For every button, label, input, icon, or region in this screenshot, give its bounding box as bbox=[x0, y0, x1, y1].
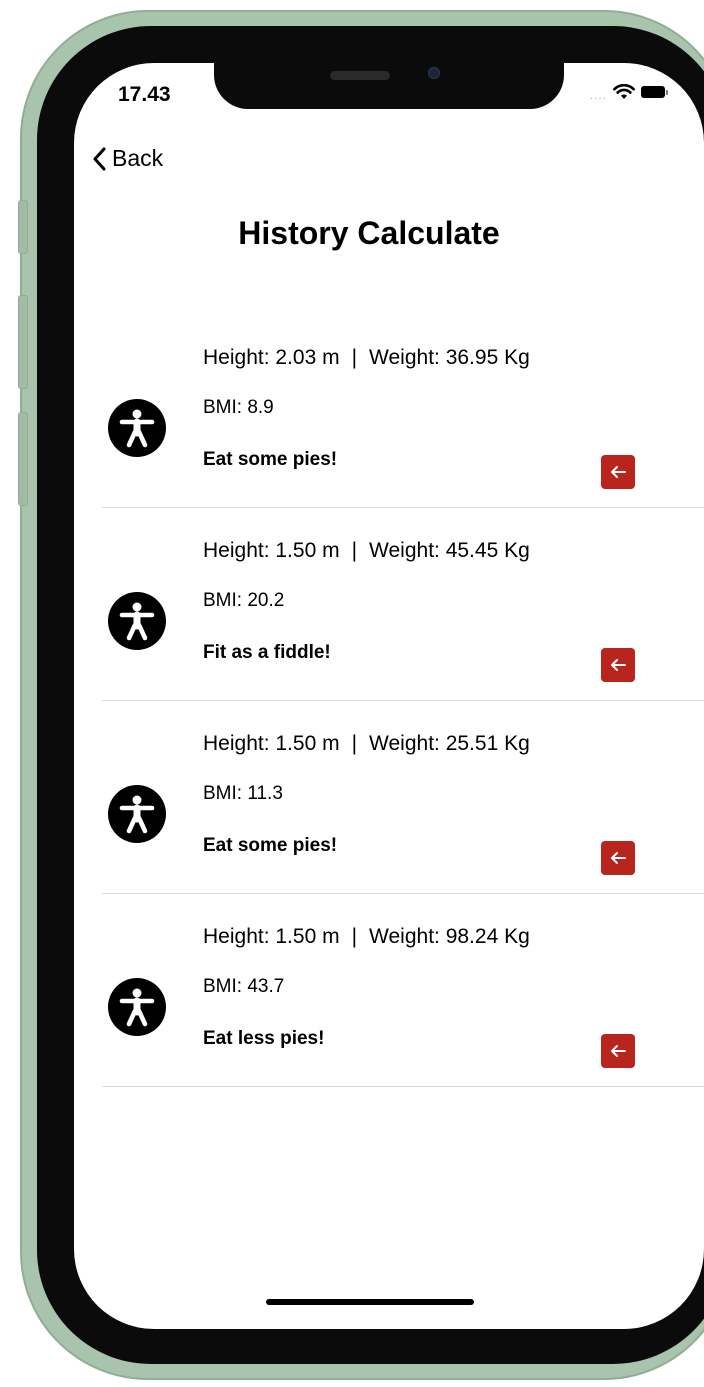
history-list: Height: 2.03 m | Weight: 36.95 Kg BMI: 8.9… bbox=[102, 315, 704, 1087]
speaker bbox=[330, 71, 390, 80]
weight-value: Weight: 36.95 Kg bbox=[369, 346, 530, 369]
status-icons: .... bbox=[590, 83, 668, 101]
accessibility-person-icon bbox=[108, 399, 166, 457]
bmi-value: BMI: 43.7 bbox=[203, 976, 285, 997]
screen: 17.43 .... Back History Calculate Height… bbox=[74, 63, 704, 1329]
front-camera bbox=[428, 67, 440, 79]
arrow-left-icon bbox=[609, 851, 627, 865]
silent-switch bbox=[18, 200, 28, 254]
notch bbox=[214, 63, 564, 109]
arrow-left-icon bbox=[609, 658, 627, 672]
separator: | bbox=[351, 925, 358, 948]
separator: | bbox=[351, 539, 358, 562]
measure-line: Height: 1.50 m | Weight: 25.51 Kg bbox=[203, 732, 530, 756]
arrow-left-icon bbox=[609, 1044, 627, 1058]
weight-value: Weight: 98.24 Kg bbox=[369, 925, 530, 948]
status-time: 17.43 bbox=[118, 83, 171, 106]
measure-line: Height: 2.03 m | Weight: 36.95 Kg bbox=[203, 346, 530, 370]
separator: | bbox=[351, 346, 358, 369]
home-indicator[interactable] bbox=[266, 1299, 474, 1305]
delete-record-button[interactable] bbox=[601, 648, 635, 682]
accessibility-person-icon bbox=[108, 785, 166, 843]
volume-up-button bbox=[18, 295, 28, 389]
height-value: Height: 1.50 m bbox=[203, 925, 340, 948]
signal-indicator: .... bbox=[589, 88, 607, 102]
chevron-left-icon bbox=[92, 147, 106, 171]
measure-line: Height: 1.50 m | Weight: 45.45 Kg bbox=[203, 539, 530, 563]
height-value: Height: 1.50 m bbox=[203, 732, 340, 755]
bmi-message: Eat some pies! bbox=[203, 449, 338, 470]
back-label: Back bbox=[112, 145, 164, 171]
bmi-message: Fit as a fiddle! bbox=[203, 642, 331, 663]
accessibility-person-icon bbox=[108, 592, 166, 650]
battery-icon bbox=[641, 86, 668, 98]
accessibility-person-icon bbox=[108, 978, 166, 1036]
bmi-value: BMI: 20.2 bbox=[203, 590, 285, 611]
back-button[interactable]: Back bbox=[92, 145, 163, 172]
measure-line: Height: 1.50 m | Weight: 98.24 Kg bbox=[203, 925, 530, 949]
page-title: History Calculate bbox=[238, 215, 500, 251]
history-row: Height: 1.50 m | Weight: 98.24 Kg BMI: 43.… bbox=[102, 894, 704, 1087]
bmi-message: Eat some pies! bbox=[203, 835, 338, 856]
weight-value: Weight: 45.45 Kg bbox=[369, 539, 530, 562]
delete-record-button[interactable] bbox=[601, 455, 635, 489]
delete-record-button[interactable] bbox=[601, 841, 635, 875]
height-value: Height: 1.50 m bbox=[203, 539, 340, 562]
arrow-left-icon bbox=[609, 465, 627, 479]
delete-record-button[interactable] bbox=[601, 1034, 635, 1068]
separator: | bbox=[351, 732, 358, 755]
wifi-icon bbox=[613, 84, 635, 100]
volume-down-button bbox=[18, 412, 28, 506]
history-row: Height: 2.03 m | Weight: 36.95 Kg BMI: 8.9… bbox=[102, 315, 704, 508]
history-row: Height: 1.50 m | Weight: 45.45 Kg BMI: 20.… bbox=[102, 508, 704, 701]
bmi-message: Eat less pies! bbox=[203, 1028, 325, 1049]
bmi-value: BMI: 8.9 bbox=[203, 397, 274, 418]
history-row: Height: 1.50 m | Weight: 25.51 Kg BMI: 11.… bbox=[102, 701, 704, 894]
bmi-value: BMI: 11.3 bbox=[203, 783, 283, 804]
weight-value: Weight: 25.51 Kg bbox=[369, 732, 530, 755]
height-value: Height: 2.03 m bbox=[203, 346, 340, 369]
